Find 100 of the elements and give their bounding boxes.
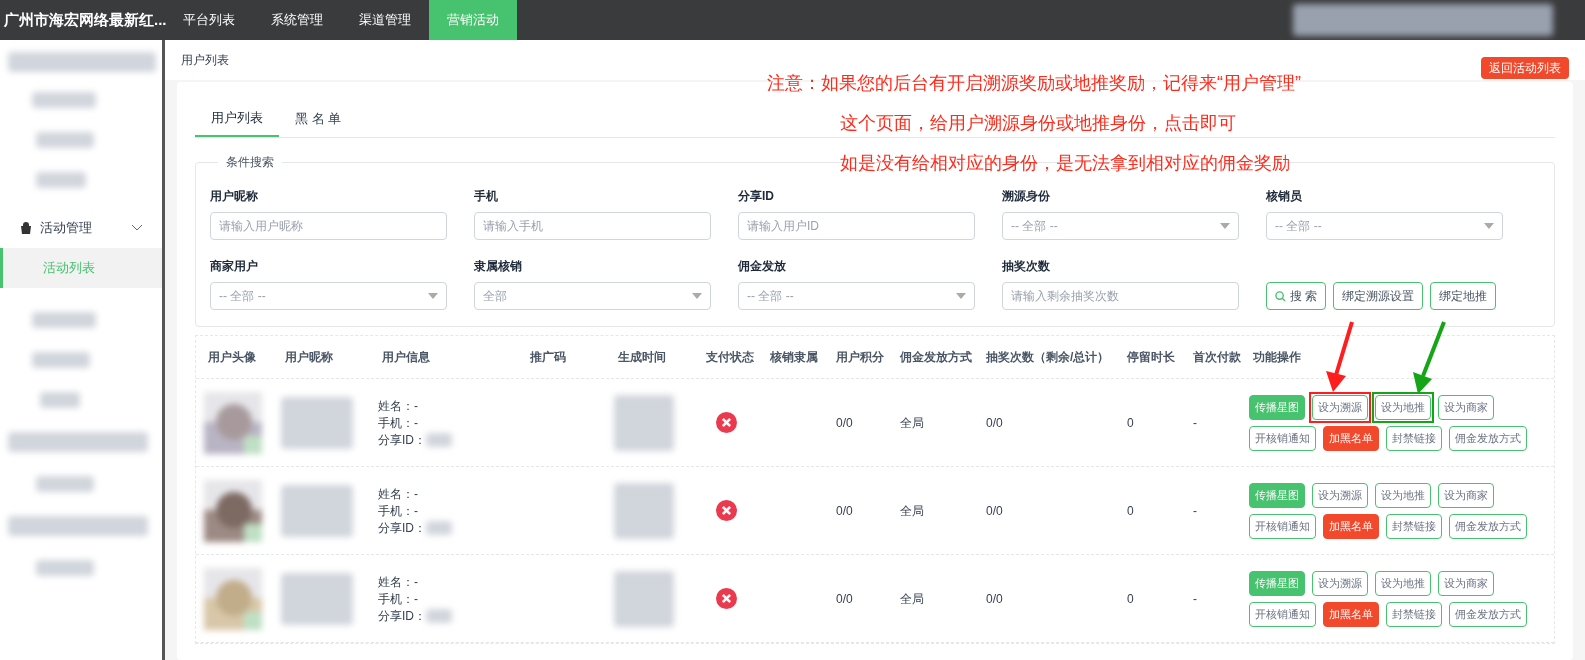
action-button[interactable]: 开核销通知: [1249, 513, 1316, 539]
arrow: [1326, 321, 1354, 392]
redacted-text: [426, 608, 452, 623]
redacted-text: [40, 392, 80, 408]
redacted-text: [36, 476, 94, 492]
select-field[interactable]: -- 全部 --: [1266, 212, 1503, 240]
action-button[interactable]: 开核销通知: [1249, 601, 1316, 627]
column-header: 支付状态: [706, 349, 755, 365]
nav-tab[interactable]: 平台列表: [165, 0, 253, 40]
table-cell-text: 全局: [900, 414, 925, 431]
field-label: 商家用户: [210, 258, 259, 274]
column-header: 用户信息: [382, 349, 431, 365]
action-button[interactable]: 设为商家: [1438, 394, 1494, 420]
action-button[interactable]: 设为商家: [1438, 482, 1494, 508]
brand-title: 广州市海宏网络最新红...: [3, 9, 165, 30]
column-header: 用户头像: [208, 349, 257, 365]
redacted-text: [614, 570, 674, 627]
user-info-text: 分享ID：: [378, 607, 426, 624]
input-field[interactable]: 请输入用户ID: [738, 212, 975, 240]
redacted-text: [281, 572, 353, 625]
select-field[interactable]: 全部: [474, 282, 711, 310]
action-button[interactable]: 封禁链接: [1386, 513, 1442, 539]
select-field[interactable]: -- 全部 --: [210, 282, 447, 310]
redacted-text: [614, 394, 674, 451]
action-button[interactable]: 设为溯源: [1312, 570, 1368, 596]
chevron-icon: [132, 225, 142, 231]
caret-icon: [428, 293, 438, 299]
action-button[interactable]: 封禁链接: [1386, 601, 1442, 627]
nav-tab[interactable]: 系统管理: [253, 0, 341, 40]
caret-icon: [1484, 223, 1494, 229]
column-header: 用户昵称: [285, 349, 334, 365]
user-info-text: 姓名：-: [378, 397, 418, 414]
action-button[interactable]: 设为地推: [1375, 394, 1431, 420]
column-header: 生成时间: [618, 349, 667, 365]
redacted-text: [281, 396, 353, 449]
breadcrumb: 用户列表: [181, 52, 229, 68]
redacted-text: [614, 482, 674, 539]
input-field[interactable]: 请输入用户昵称: [210, 212, 447, 240]
action-button[interactable]: 开核销通知: [1249, 425, 1316, 451]
user-info-text: 手机：-: [378, 502, 418, 519]
annotation-text: 如是没有给相对应的身份，是无法拿到相对应的佣金奖励: [840, 152, 1291, 175]
action-button[interactable]: 加黑名单: [1323, 425, 1379, 451]
action-button[interactable]: 佣金发放方式: [1449, 425, 1527, 451]
action-button[interactable]: 设为地推: [1375, 570, 1431, 596]
field-label: 佣金发放: [738, 258, 787, 274]
action-button[interactable]: 设为溯源: [1312, 482, 1368, 508]
section-legend: 条件搜索: [218, 154, 282, 170]
column-header: 核销隶属: [770, 349, 819, 365]
caret-icon: [692, 293, 702, 299]
action-button[interactable]: 佣金发放方式: [1449, 601, 1527, 627]
caret-icon: [956, 293, 966, 299]
action-button[interactable]: 佣金发放方式: [1449, 513, 1527, 539]
bag-icon: [20, 222, 32, 234]
select-field[interactable]: -- 全部 --: [1002, 212, 1239, 240]
table-cell-text: 全局: [900, 502, 925, 519]
input-field[interactable]: 请输入手机: [474, 212, 711, 240]
user-info-text: 分享ID：: [378, 431, 426, 448]
table-cell-text: 0: [1127, 414, 1135, 431]
column-header: 推广码: [530, 349, 567, 365]
column-header: 抽奖次数（剩余/总计）: [986, 349, 1111, 365]
sidebar-group[interactable]: 活动管理: [0, 208, 162, 248]
field-label: 隶属核销: [474, 258, 523, 274]
column-header: 用户积分: [836, 349, 885, 365]
action-button[interactable]: 加黑名单: [1323, 513, 1379, 539]
action-button[interactable]: 设为商家: [1438, 570, 1494, 596]
back-button[interactable]: 返回活动列表: [1481, 57, 1569, 79]
action-button[interactable]: 封禁链接: [1386, 425, 1442, 451]
user-info-text: 手机：-: [378, 414, 418, 431]
action-button[interactable]: 加黑名单: [1323, 601, 1379, 627]
table-cell-text: 全局: [900, 590, 925, 607]
bind-button[interactable]: 绑定溯源设置: [1333, 282, 1424, 310]
table-cell-text: 0/0: [986, 414, 1004, 431]
redacted-text: [36, 172, 86, 188]
bind-button[interactable]: 绑定地推: [1430, 282, 1497, 310]
table-cell-text: 0: [1127, 590, 1135, 607]
search-icon: [1275, 290, 1286, 302]
select-field[interactable]: -- 全部 --: [738, 282, 975, 310]
field-label: 抽奖次数: [1002, 258, 1051, 274]
user-info-text: 姓名：-: [378, 485, 418, 502]
user-info-text: 分享ID：: [378, 519, 426, 536]
nav-tab[interactable]: 渠道管理: [341, 0, 429, 40]
field-label: 用户昵称: [210, 188, 259, 204]
column-header: 功能操作: [1253, 349, 1302, 365]
tab[interactable]: 黑 名 单: [279, 100, 358, 137]
action-button[interactable]: 设为地推: [1375, 482, 1431, 508]
annotation-text: 这个页面，给用户溯源身份或地推身份，点击即可: [840, 112, 1237, 135]
redacted-text: [32, 92, 96, 108]
input-field[interactable]: 请输入剩余抽奖次数: [1002, 282, 1239, 310]
table-cell-text: -: [1193, 502, 1198, 519]
table-cell-text: 0/0: [836, 414, 854, 431]
redacted-text: [426, 432, 452, 447]
action-button[interactable]: 设为溯源: [1312, 394, 1368, 420]
tab[interactable]: 用户列表: [195, 100, 279, 137]
redacted-text: [36, 560, 94, 576]
caret-icon: [1220, 223, 1230, 229]
redacted-text: [36, 132, 94, 148]
field-label: 核销员: [1266, 188, 1303, 204]
field-label: 手机: [474, 188, 499, 204]
search-button[interactable]: 搜 索: [1266, 282, 1327, 310]
redacted-text: [32, 312, 96, 328]
